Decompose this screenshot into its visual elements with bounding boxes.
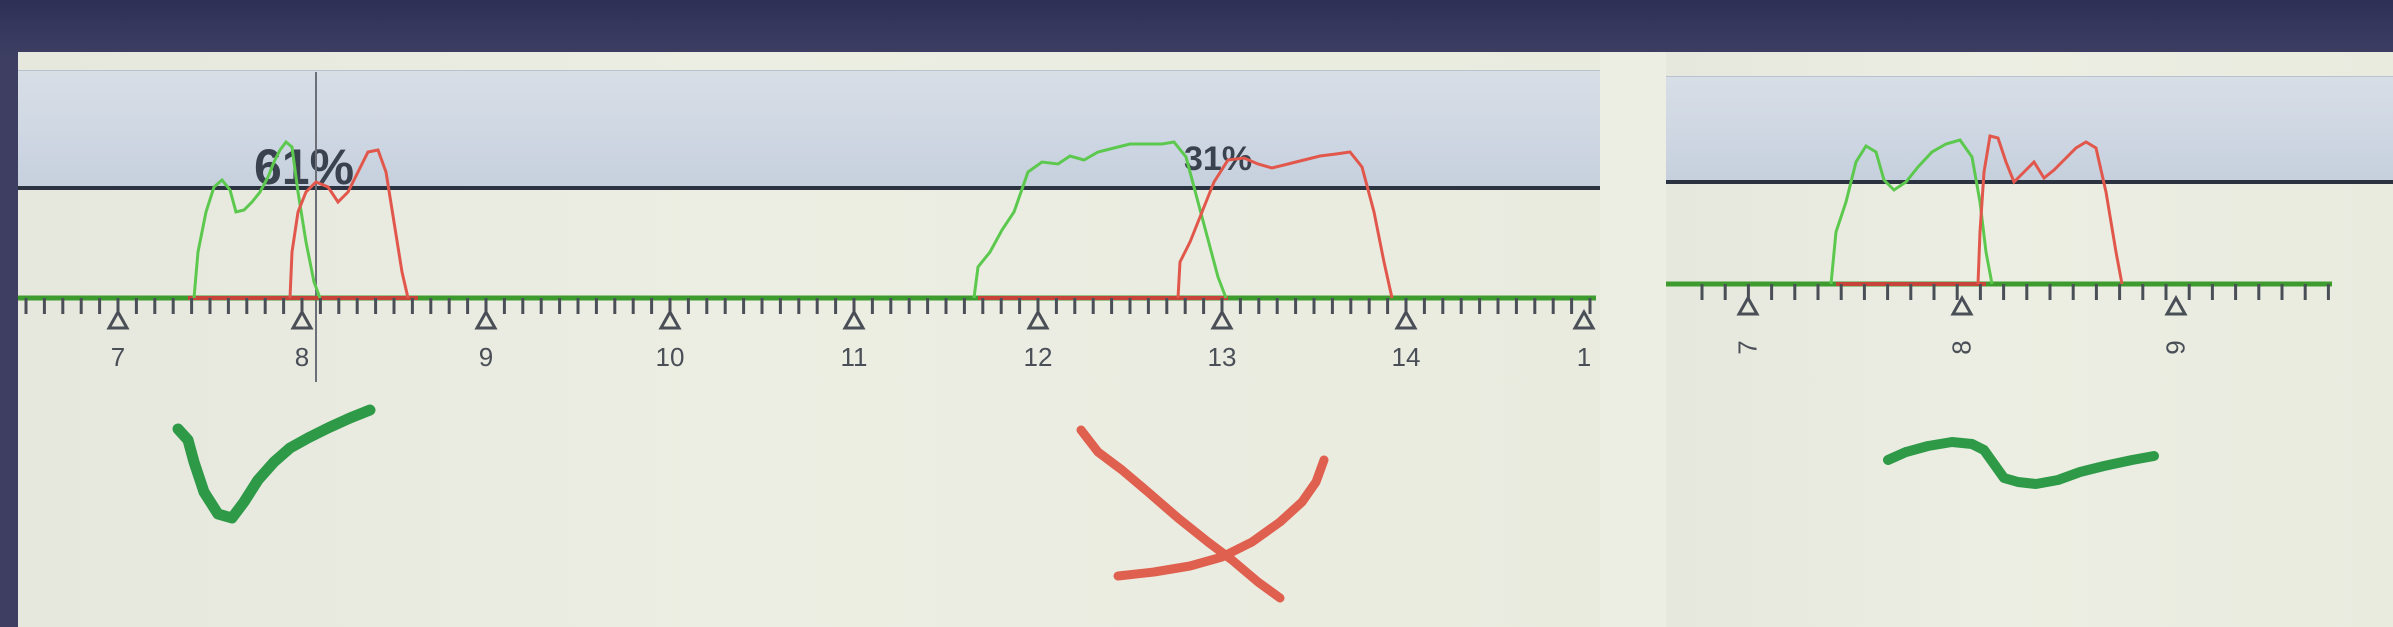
- triangle-marker[interactable]: [474, 308, 498, 330]
- triangle-marker[interactable]: [290, 308, 314, 330]
- screen-background: 61% 31% 78910 11 12 13 14 1 7 8 9: [0, 0, 2393, 627]
- green-trace-peak-1: [192, 139, 322, 299]
- red-trace-peak-2: [1176, 150, 1394, 299]
- tick-label: 10: [655, 342, 685, 372]
- left-trace-svg: [18, 72, 1596, 603]
- tick-label: 9: [2160, 340, 2191, 355]
- tick-label: 7: [1732, 340, 1763, 355]
- tick-label: 8: [294, 342, 310, 372]
- tick-label: 11: [840, 342, 868, 372]
- tilde-mark-annotation: [1883, 437, 2159, 489]
- right-red-trace: [1976, 134, 2124, 285]
- triangle-marker[interactable]: [1210, 308, 1234, 330]
- green-trace-peak-2: [972, 140, 1228, 299]
- right-chromatogram-panel: 7 8 9: [1666, 52, 2393, 627]
- panel-gap: [1600, 52, 1666, 627]
- tick-label: 14: [1391, 342, 1421, 372]
- tick-label: 7: [110, 342, 126, 372]
- right-trace-svg: [1666, 134, 2332, 489]
- tick-label: 12: [1023, 342, 1053, 372]
- triangle-marker[interactable]: [1026, 308, 1050, 330]
- triangle-marker[interactable]: [1572, 308, 1596, 330]
- cross-mark-stroke-1: [1076, 425, 1285, 603]
- tick-label: 9: [478, 342, 494, 372]
- right-triangle-markers: [1736, 294, 2188, 316]
- check-mark-annotation: [172, 404, 376, 524]
- cross-mark-stroke-2: [1113, 455, 1329, 581]
- triangle-marker[interactable]: [106, 308, 130, 330]
- triangle-marker[interactable]: [658, 308, 682, 330]
- triangle-marker[interactable]: [1394, 308, 1418, 330]
- triangle-marker[interactable]: [1950, 294, 1974, 316]
- triangle-marker[interactable]: [842, 308, 866, 330]
- red-trace-peak-1: [288, 148, 410, 299]
- left-chromatogram-panel: 61% 31% 78910 11 12 13 14 1: [18, 52, 1600, 627]
- right-green-trace: [1829, 138, 1994, 285]
- left-triangle-markers: [106, 308, 1596, 330]
- triangle-marker[interactable]: [1736, 294, 1760, 316]
- tick-label: 1: [1576, 342, 1592, 372]
- tick-label: 8: [1946, 340, 1977, 355]
- tick-label: 13: [1207, 342, 1237, 372]
- triangle-marker[interactable]: [2164, 294, 2188, 316]
